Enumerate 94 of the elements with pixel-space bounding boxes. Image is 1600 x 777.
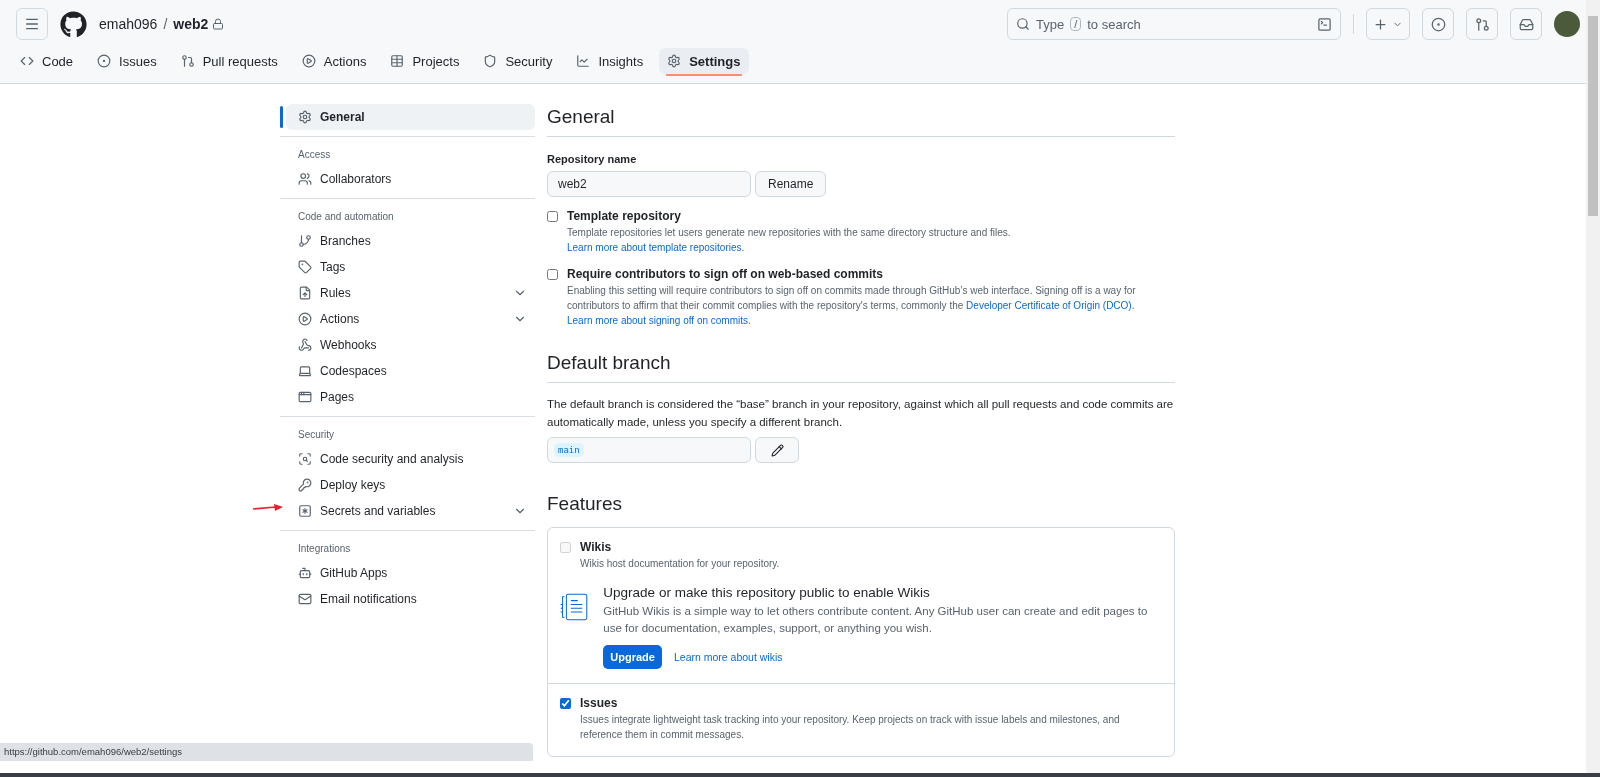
pencil-icon: [770, 443, 784, 457]
menu-icon: [24, 16, 40, 32]
window-icon: [298, 390, 312, 404]
option-label: Issues: [580, 696, 619, 710]
webhook-icon: [298, 338, 312, 352]
upsell-title: Upgrade or make this repository public to enable Wikis: [603, 585, 931, 600]
sidebar-item[interactable]: Webhooks: [286, 332, 535, 358]
option-description: Template repositories let users generate new repositories with the same directory structure and files. Learn more about template repositories.: [567, 226, 1012, 255]
tag-icon: [298, 260, 312, 274]
description-text: The default branch is considered the “base” branch in your repository, against which all pull requests and code commits are automatically made, unless you specify a different branch.: [547, 397, 1175, 430]
status-url: https://github.com/emah096/web2/settings: [0, 743, 533, 761]
inbox-button[interactable]: [1510, 8, 1542, 40]
branch-icon: [298, 234, 312, 248]
section-title: General: [547, 106, 1175, 137]
repo-link[interactable]: web2: [173, 16, 209, 32]
play-icon: [301, 54, 316, 68]
repo-tab[interactable]: Settings: [659, 48, 749, 74]
key-icon: [298, 478, 312, 492]
branch-field[interactable]: main: [547, 437, 751, 463]
sidebar-item[interactable]: GitHub Apps: [286, 560, 535, 586]
pull-request-icon: [180, 54, 195, 68]
file-upload-icon: [298, 286, 312, 300]
github-logo-icon[interactable]: [60, 10, 87, 38]
sidebar-item[interactable]: Branches: [286, 228, 535, 254]
checkbox[interactable]: [547, 269, 558, 280]
selected-indicator: [280, 106, 283, 128]
edit-button[interactable]: [755, 437, 799, 463]
arrow-annotation: [252, 504, 284, 512]
owner-link[interactable]: emah096: [99, 16, 158, 32]
search-field[interactable]: Type / to search: [1007, 8, 1341, 40]
learn-more-link[interactable]: Developer Certificate of Origin (DCO): [966, 300, 1132, 311]
sidebar-item[interactable]: Rules: [286, 280, 535, 306]
section-title: Default branch: [547, 352, 1175, 383]
circle-dot-icon: [1430, 16, 1446, 32]
avatar[interactable]: [1554, 11, 1580, 37]
inbox-icon: [1518, 16, 1534, 32]
breadcrumb-separator: /: [163, 16, 168, 32]
learn-more-link[interactable]: Learn more about template repositories: [567, 242, 742, 253]
lock-icon: [212, 18, 225, 30]
option-description: Enabling this setting will require contributors to sign off on commits made through GitHub’s web interface. Signing off is a way for contributors to affirm that their commit complies with the repository's terms, commonly the Developer Certificate of Origin (DCO). Learn more about signing off on commits.: [567, 284, 1137, 328]
repo-tab[interactable]: Insights: [568, 48, 652, 74]
sidebar-item[interactable]: Collaborators: [286, 166, 535, 192]
settings-icon: [298, 110, 312, 124]
field-label: Repository name: [547, 153, 638, 165]
repo-tab[interactable]: Security: [475, 48, 561, 74]
branch-name: main: [554, 443, 584, 457]
sidebar-item[interactable]: Actions: [286, 306, 535, 332]
sidebar-item[interactable]: Deploy keys: [286, 472, 535, 498]
code-icon: [20, 54, 34, 68]
plus-icon: [1373, 16, 1388, 32]
asterisk-icon: [298, 504, 312, 518]
people-icon: [298, 172, 312, 186]
play-icon: [298, 312, 312, 326]
sidebar-heading: Integrations: [297, 542, 352, 556]
checkbox[interactable]: [560, 698, 571, 709]
repo-tab[interactable]: Code: [12, 48, 82, 74]
robot-icon: [298, 566, 312, 580]
terminal-icon[interactable]: [1317, 16, 1332, 32]
table-icon: [390, 54, 405, 68]
sidebar-heading: Code and automation: [297, 210, 395, 224]
rename-button[interactable]: Rename: [755, 171, 827, 197]
sidebar-item[interactable]: Secrets and variables: [286, 498, 535, 524]
repo-tab[interactable]: Pull requests: [172, 48, 286, 74]
option-label: Require contributors to sign off on web-based commits: [567, 267, 885, 281]
repository-name-field[interactable]: web2: [547, 171, 751, 197]
sidebar-item[interactable]: Email notifications: [286, 586, 535, 612]
sidebar-item[interactable]: Codespaces: [286, 358, 535, 384]
sidebar-item[interactable]: Tags: [286, 254, 535, 280]
sidebar-heading: Access: [297, 148, 332, 162]
upsell-text: GitHub Wikis is a simple way to let others contribute content. Any GitHub user can create and edit pages to use for documentation, examples, support, or anything you wish.: [603, 604, 1149, 636]
scan-icon: [298, 452, 312, 466]
repo-tab[interactable]: Projects: [382, 48, 468, 74]
menu-button[interactable]: [16, 8, 48, 40]
option-description: Wikis host documentation for your repository.: [580, 557, 781, 571]
sidebar-item[interactable]: Pages: [286, 384, 535, 410]
option-label: Wikis: [580, 540, 613, 554]
laptop-icon: [298, 364, 312, 378]
settings-icon: [667, 54, 682, 68]
chart-icon: [576, 54, 591, 68]
section-title: Features: [547, 493, 623, 515]
repo-tab[interactable]: Actions: [293, 48, 375, 74]
shield-icon: [483, 54, 498, 68]
sidebar-heading: Security: [297, 428, 336, 442]
repo-tab[interactable]: Issues: [89, 48, 165, 74]
pull-request-icon: [1474, 16, 1490, 32]
pull-requests-button[interactable]: [1466, 8, 1498, 40]
checkbox[interactable]: [547, 211, 558, 222]
option-label: Template repository: [567, 209, 682, 223]
issues-button[interactable]: [1422, 8, 1454, 40]
option-description: Issues integrate lightweight task tracking into your repository. Keep projects on track with issue labels and milestones, and reference them in commit messages.: [580, 713, 1121, 742]
sidebar-item[interactable]: Code security and analysis: [286, 446, 535, 472]
search-icon: [1016, 17, 1030, 31]
circle-dot-icon: [97, 54, 112, 68]
mail-icon: [298, 592, 312, 606]
